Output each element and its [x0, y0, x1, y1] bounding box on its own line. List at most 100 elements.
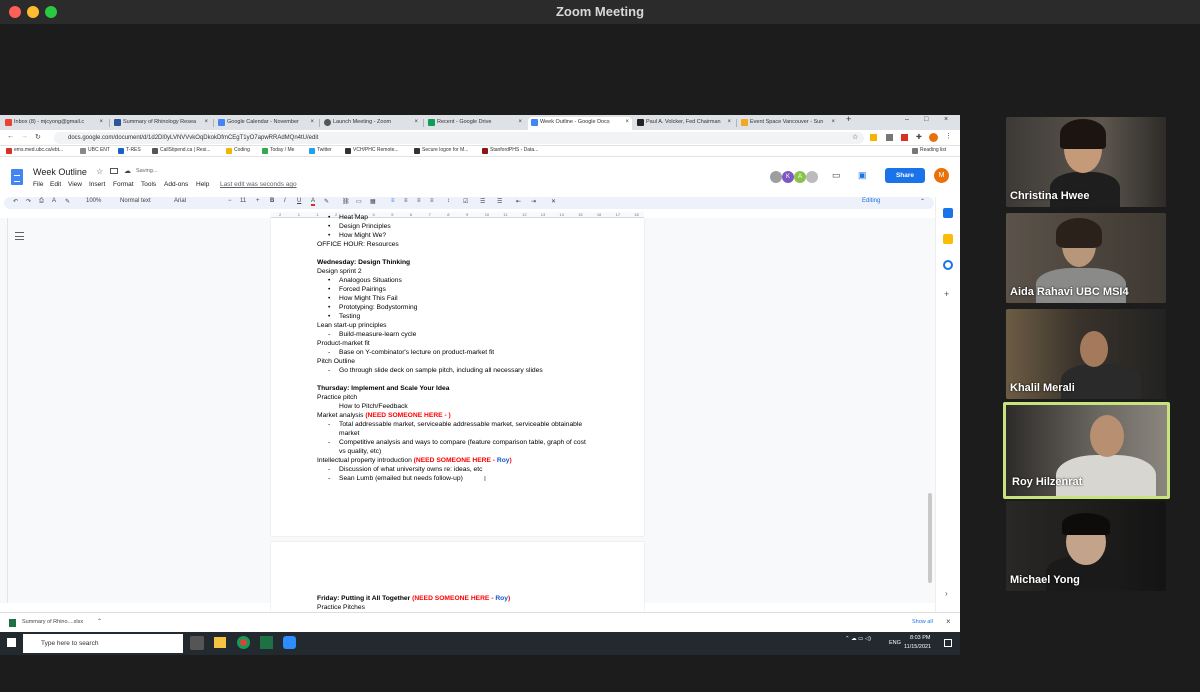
file-explorer-icon[interactable] [214, 637, 226, 648]
browser-menu-icon[interactable]: ⋮ [945, 132, 952, 140]
paint-format-icon[interactable]: ✎ [65, 198, 70, 205]
numbered-list-icon[interactable]: ☰ [497, 198, 502, 205]
browser-tab[interactable]: Recent - Google Drive × [425, 117, 525, 130]
close-tab-icon[interactable]: × [727, 117, 731, 128]
line-spacing-icon[interactable]: ↕ [447, 198, 450, 204]
get-addons-icon[interactable]: + [944, 289, 949, 299]
collapse-toolbar-icon[interactable]: ⌃ [920, 198, 925, 205]
spellcheck-icon[interactable]: A [52, 198, 56, 204]
chrome-icon[interactable] [237, 636, 250, 649]
reading-list[interactable]: Reading list [912, 147, 946, 154]
extension-icon[interactable] [870, 134, 877, 141]
browser-tab[interactable]: Launch Meeting - Zoom × [321, 117, 421, 130]
print-icon[interactable]: ⎙ [39, 198, 44, 205]
document-page[interactable]: Friday: Putting it All Together (NEED SO… [271, 542, 644, 612]
style-select[interactable]: Normal text [120, 198, 151, 204]
restore-browser-icon[interactable]: □ [924, 116, 928, 123]
align-left-icon[interactable]: ≡ [391, 198, 395, 204]
checklist-icon[interactable]: ☑ [463, 198, 468, 205]
document-page[interactable]: Heat MapDesign PrinciplesHow Might We?OF… [271, 214, 644, 536]
zoom-select[interactable]: 100% [86, 198, 101, 204]
justify-icon[interactable]: ≡ [430, 198, 434, 204]
bookmark[interactable]: Secure logon for M... [414, 147, 468, 154]
close-tab-icon[interactable]: × [414, 117, 418, 128]
taskbar-date[interactable]: 11/15/2021 [904, 644, 931, 650]
calendar-addon-icon[interactable] [943, 208, 953, 218]
notifications-icon[interactable] [944, 639, 952, 647]
browser-tab[interactable]: Paul A. Volcker, Fed Chairman × [634, 117, 734, 130]
close-tab-icon[interactable]: × [518, 117, 522, 128]
decrease-indent-icon[interactable]: ⇤ [516, 198, 521, 205]
close-tab-icon[interactable]: × [99, 117, 103, 128]
star-icon[interactable]: ☆ [96, 167, 103, 176]
link-icon[interactable]: ⛓ [342, 198, 350, 205]
taskbar-search-input[interactable]: Type here to search [23, 634, 183, 653]
extension-icon[interactable] [886, 134, 893, 141]
menu-format[interactable]: Format [113, 181, 134, 188]
increase-indent-icon[interactable]: ⇥ [531, 198, 536, 205]
text-color-icon[interactable]: A [311, 198, 316, 206]
bookmark[interactable]: Today / Me [262, 147, 294, 154]
editing-mode-select[interactable]: Editing [862, 198, 880, 204]
participant-video-active-speaker[interactable]: Roy Hilzenrat [1003, 402, 1170, 499]
participant-video[interactable]: Khalil Merali [1006, 309, 1166, 399]
menu-view[interactable]: View [68, 181, 82, 188]
menu-addons[interactable]: Add-ons [164, 181, 188, 188]
tasks-icon[interactable] [943, 260, 953, 270]
windows-start-icon[interactable] [7, 638, 16, 647]
participant-video[interactable]: Aida Rahavi UBC MSI4 [1006, 213, 1166, 303]
vertical-ruler[interactable] [0, 218, 8, 603]
highlight-icon[interactable]: ✎ [324, 198, 329, 205]
document-outline-icon[interactable] [15, 232, 24, 240]
reload-icon[interactable]: ↻ [35, 133, 41, 141]
bookmark[interactable]: VCH/PHC Remote... [345, 147, 399, 154]
url-input[interactable]: docs.google.com/document/d/1d2Dl0yLVNVVv… [54, 132, 864, 144]
bookmark[interactable]: Coding [226, 147, 250, 154]
minimize-browser-icon[interactable]: – [905, 116, 909, 123]
align-right-icon[interactable]: ≡ [417, 198, 421, 204]
participant-video[interactable]: Michael Yong [1006, 501, 1166, 591]
browser-tab[interactable]: Summary of Rhinology Resea × [111, 117, 211, 130]
taskbar-time[interactable]: 8:03 PM [910, 635, 930, 641]
browser-tab[interactable]: Event Space Vancouver - Sun × [738, 117, 838, 130]
hide-panel-icon[interactable]: › [945, 589, 948, 598]
bookmark[interactable]: StanfordPHS - Data... [482, 147, 538, 154]
bookmark[interactable]: CallStipend.ca | Resi... [152, 147, 211, 154]
close-download-bar-icon[interactable]: × [946, 617, 951, 626]
close-tab-icon[interactable]: × [204, 117, 208, 128]
back-icon[interactable]: ← [7, 133, 14, 140]
italic-icon[interactable]: I [284, 198, 286, 204]
move-folder-icon[interactable] [110, 168, 118, 174]
close-tab-icon[interactable]: × [831, 117, 835, 128]
zoom-app-icon[interactable] [283, 636, 296, 649]
close-tab-icon[interactable]: × [310, 117, 314, 128]
menu-insert[interactable]: Insert [89, 181, 105, 188]
browser-tab[interactable]: Inbox (8) - mjcyong@gmail.c × [2, 117, 106, 130]
tray-icons[interactable]: ⌃ ☁ ▭ ◁) [845, 636, 871, 642]
bookmark-star-icon[interactable]: ☆ [852, 133, 858, 141]
show-all-button[interactable]: Show all [912, 619, 933, 625]
excel-icon[interactable] [260, 636, 273, 649]
underline-icon[interactable]: U [297, 198, 301, 204]
font-select[interactable]: Arial [174, 198, 186, 204]
menu-edit[interactable]: Edit [50, 181, 61, 188]
download-item[interactable]: Summary of Rhino....xlsx [22, 619, 83, 625]
bookmark[interactable]: T-RES [118, 147, 141, 154]
close-browser-icon[interactable]: × [944, 116, 948, 123]
profile-avatar[interactable] [929, 133, 938, 142]
new-tab-button[interactable]: + [846, 115, 851, 124]
download-menu-icon[interactable]: ⌃ [97, 618, 102, 625]
bookmark[interactable]: UBC ENT [80, 147, 110, 154]
menu-tools[interactable]: Tools [141, 181, 156, 188]
document-title[interactable]: Week Outline [33, 167, 87, 177]
browser-tab-active[interactable]: Week Outline - Google Docs × [528, 117, 632, 130]
language-indicator[interactable]: ENG [889, 640, 901, 646]
comment-icon[interactable]: ▭ [356, 198, 362, 205]
extension-icon[interactable] [901, 134, 908, 141]
menu-file[interactable]: File [33, 181, 43, 188]
comment-history-icon[interactable]: ▭ [832, 170, 841, 181]
font-size-decrease[interactable]: − [228, 198, 232, 204]
document-scrollbar[interactable] [928, 493, 932, 583]
image-icon[interactable]: ▦ [370, 198, 376, 205]
bookmark[interactable]: ems.med.ubc.ca/ebt... [6, 147, 63, 154]
